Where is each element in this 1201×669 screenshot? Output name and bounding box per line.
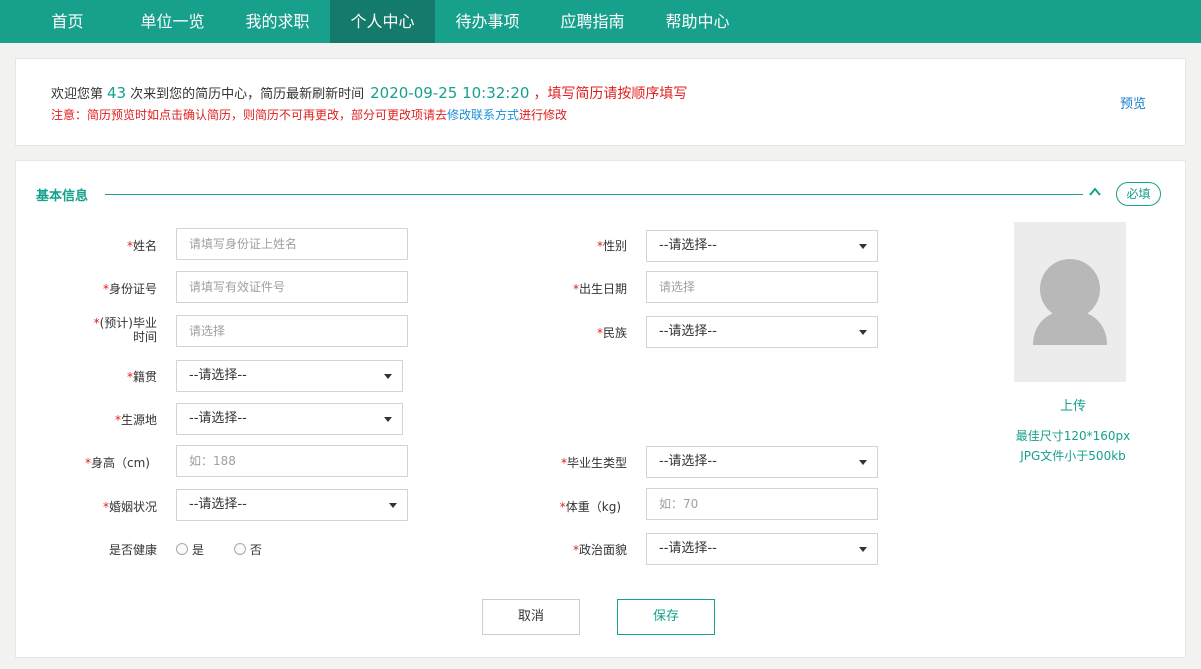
name-label: *姓名 <box>126 239 157 253</box>
native-place-select[interactable]: --请选择-- <box>176 360 403 392</box>
healthy-radio-group: 是 否 <box>176 541 262 558</box>
height-input[interactable]: 如：188 <box>176 445 408 477</box>
preview-link[interactable]: 预览 <box>1120 93 1146 112</box>
graduate-type-select[interactable]: --请选择-- <box>646 446 878 478</box>
grad-time-input[interactable]: 请选择 <box>176 315 408 347</box>
refresh-time: 2020-09-25 10:32:20 <box>370 84 530 102</box>
photo-file-hint: JPG文件小于500kb <box>1020 449 1126 463</box>
nav-item-help[interactable]: 帮助中心 <box>645 0 750 43</box>
political-select[interactable]: --请选择-- <box>646 533 878 565</box>
marital-label: *婚姻状况 <box>102 500 157 514</box>
height-label: *身高（cm) <box>85 456 150 470</box>
visit-count: 43 <box>107 84 127 102</box>
section-divider <box>105 194 1083 195</box>
warning-prefix: 注意：简历预览时如点击确认简历，则简历不可再更改，部分可更改项请去 <box>51 108 448 122</box>
nav-item-home[interactable]: 首页 <box>30 0 105 43</box>
nav-item-personal-center[interactable]: 个人中心 <box>330 0 435 43</box>
birth-date-input[interactable]: 请选择 <box>646 271 878 303</box>
required-badge[interactable]: 必填 <box>1116 182 1161 206</box>
section-title: 基本信息 <box>36 189 89 204</box>
notice-panel: 欢迎您第 43 次来到您的简历中心，简历最新刷新时间 2020-09-25 10:32… <box>15 58 1186 146</box>
nav-item-guide[interactable]: 应聘指南 <box>540 0 645 43</box>
caret-down-icon <box>859 244 867 249</box>
radio-no[interactable] <box>233 543 246 555</box>
warning-suffix: 进行修改 <box>519 108 568 122</box>
ethnicity-select[interactable]: --请选择-- <box>646 316 878 348</box>
ethnicity-label: *民族 <box>596 326 627 340</box>
upload-button[interactable]: 上传 <box>1014 395 1132 414</box>
save-button[interactable]: 保存 <box>617 599 715 635</box>
healthy-yes-option[interactable]: 是 <box>176 543 204 557</box>
origin-label: *生源地 <box>114 413 157 427</box>
caret-down-icon <box>389 503 397 508</box>
id-number-input[interactable]: 请填写有效证件号 <box>176 271 408 303</box>
chevron-up-icon[interactable] <box>1088 185 1102 199</box>
healthy-no-option[interactable]: 否 <box>233 543 262 557</box>
grad-time-label: *(预计)毕业 时间 <box>93 316 157 344</box>
origin-select[interactable]: --请选择-- <box>176 403 403 435</box>
caret-down-icon <box>859 547 867 552</box>
caret-down-icon <box>384 374 392 379</box>
radio-yes[interactable] <box>176 543 188 555</box>
nav-item-units[interactable]: 单位一览 <box>120 0 225 43</box>
native-place-label: *籍贯 <box>126 370 157 384</box>
weight-input[interactable]: 如：70 <box>646 488 878 520</box>
basic-info-panel: 基本信息 必填 *姓名 请填写身份证上姓名 *身份证号 请填写有效证件号 *(预… <box>15 160 1186 658</box>
weight-label: *体重（kg) <box>559 500 621 514</box>
nav-item-todo[interactable]: 待办事项 <box>435 0 540 43</box>
welcome-middle: 次来到您的简历中心，简历最新刷新时间 <box>130 87 365 102</box>
graduate-type-label: *毕业生类型 <box>560 456 627 470</box>
caret-down-icon <box>384 417 392 422</box>
photo-size-hint: 最佳尺寸120*160px <box>1015 429 1131 443</box>
welcome-prefix: 欢迎您第 <box>51 87 104 102</box>
fill-order-note: 填写简历请按顺序填写 <box>547 86 688 102</box>
cancel-button[interactable]: 取消 <box>482 599 580 635</box>
gender-select[interactable]: --请选择-- <box>646 230 878 262</box>
avatar-icon <box>1033 259 1107 345</box>
top-nav: 首页 单位一览 我的求职 个人中心 待办事项 应聘指南 帮助中心 <box>0 0 1201 43</box>
id-number-label: *身份证号 <box>102 282 157 296</box>
welcome-text: 欢迎您第 43 次来到您的简历中心，简历最新刷新时间 2020-09-25 10:32… <box>51 83 687 103</box>
political-label: *政治面貌 <box>572 543 627 557</box>
caret-down-icon <box>859 330 867 335</box>
edit-contact-link[interactable]: 修改联系方式 <box>447 108 519 122</box>
birth-date-label: *出生日期 <box>572 282 627 296</box>
nav-item-my-jobs[interactable]: 我的求职 <box>225 0 330 43</box>
welcome-comma: ， <box>533 86 548 102</box>
caret-down-icon <box>859 460 867 465</box>
photo-placeholder[interactable] <box>1014 222 1126 382</box>
healthy-label: 是否健康 <box>108 543 157 557</box>
marital-select[interactable]: --请选择-- <box>176 489 408 521</box>
warning-text: 注意：简历预览时如点击确认简历，则简历不可再更改，部分可更改项请去修改联系方式进… <box>51 106 567 123</box>
name-input[interactable]: 请填写身份证上姓名 <box>176 228 408 260</box>
gender-label: *性别 <box>596 239 627 253</box>
